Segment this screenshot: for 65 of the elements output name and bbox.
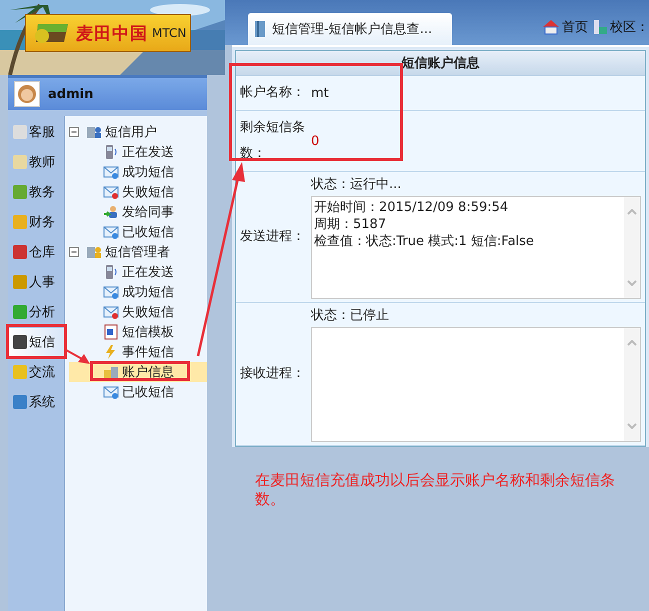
nav-item[interactable]: 客服 — [8, 118, 64, 146]
tree-item[interactable]: 成功短信 — [69, 282, 207, 302]
nav-item[interactable]: 财务 — [8, 208, 64, 236]
nav-item[interactable]: 系统 — [8, 388, 64, 416]
log-box[interactable]: 开始时间：2015/12/09 8:59:54 周期：5187 检查值：状态:True 模式:1 短信:False — [311, 196, 641, 299]
nav-item[interactable]: 教务 — [8, 178, 64, 206]
field-label: 帐户名称： — [239, 84, 306, 102]
group-icon — [86, 124, 102, 140]
process-status: 状态：运行中... — [311, 176, 402, 193]
logo-text: 麦田中国 — [76, 22, 148, 44]
envelope-icon — [103, 164, 119, 180]
tree-item[interactable]: 成功短信 — [69, 162, 207, 182]
scroll-up-icon[interactable] — [627, 340, 637, 346]
envelope-icon — [103, 184, 119, 200]
book-icon — [254, 20, 266, 38]
building-icon — [592, 18, 608, 34]
field-value: mt — [311, 84, 330, 102]
process-status: 状态：已停止 — [311, 307, 390, 324]
tree-group[interactable]: 短信用户 — [69, 122, 207, 142]
collapse-icon[interactable] — [69, 127, 79, 137]
header-link[interactable]: 校区： — [592, 18, 649, 36]
header-link[interactable]: 首页 — [542, 18, 588, 36]
annotation-text: 在麦田短信充值成功以后会显示账户名称和剩余短信条数。 — [254, 470, 616, 509]
tree-group[interactable]: 短信管理者 — [69, 242, 207, 262]
tree-item[interactable]: 已收短信 — [69, 222, 207, 242]
scroll-down-icon[interactable] — [627, 280, 637, 286]
field-label: 接收进程： — [239, 365, 306, 383]
tree-item[interactable]: 发给同事 — [69, 202, 207, 222]
nav-item[interactable]: 交流 — [8, 358, 64, 386]
nav-item[interactable]: 人事 — [8, 268, 64, 296]
tree-item[interactable]: 失败短信 — [69, 302, 207, 322]
field-label: 剩余短信条数： — [239, 119, 306, 163]
envelope-icon — [103, 224, 119, 240]
collapse-icon[interactable] — [69, 247, 79, 257]
document-icon — [103, 324, 119, 340]
person-icon — [103, 204, 119, 220]
annotation-box — [6, 324, 67, 359]
nav-item[interactable]: 教师 — [8, 148, 64, 176]
panel-title: 短信账户信息 — [236, 51, 645, 76]
nav-item[interactable]: 仓库 — [8, 238, 64, 266]
log-text: 开始时间：2015/12/09 8:59:54 周期：5187 检查值：状态:True 模式:1 短信:False — [314, 200, 534, 249]
scrollbar[interactable] — [624, 197, 640, 298]
scroll-down-icon[interactable] — [627, 423, 637, 429]
envelope-icon — [103, 304, 119, 320]
nav-item[interactable]: 分析 — [8, 298, 64, 326]
page-tab[interactable]: 短信管理-短信帐户信息查... — [248, 13, 452, 45]
envelope-icon — [103, 284, 119, 300]
tree-item[interactable]: 已收短信 — [69, 382, 207, 402]
field-label: 发送进程： — [239, 228, 306, 246]
tree-item[interactable]: 失败短信 — [69, 182, 207, 202]
user-name: admin — [48, 86, 94, 102]
field-value: 0 — [311, 132, 320, 150]
group-icon — [86, 244, 102, 260]
annotation-arrow — [66, 349, 90, 364]
envelope-icon — [103, 384, 119, 400]
tree-item[interactable]: 正在发送 — [69, 142, 207, 162]
log-box[interactable] — [311, 327, 641, 442]
tree-item[interactable]: 正在发送 — [69, 262, 207, 282]
scroll-up-icon[interactable] — [627, 209, 637, 215]
nav-item[interactable]: 短信 — [8, 328, 64, 356]
tree-item[interactable]: 事件短信 — [69, 342, 207, 362]
logo-latin-text: MTCN — [152, 26, 186, 40]
avatar-icon — [14, 81, 40, 107]
tree-item[interactable]: 短信模板 — [69, 322, 207, 342]
scrollbar[interactable] — [624, 328, 640, 441]
